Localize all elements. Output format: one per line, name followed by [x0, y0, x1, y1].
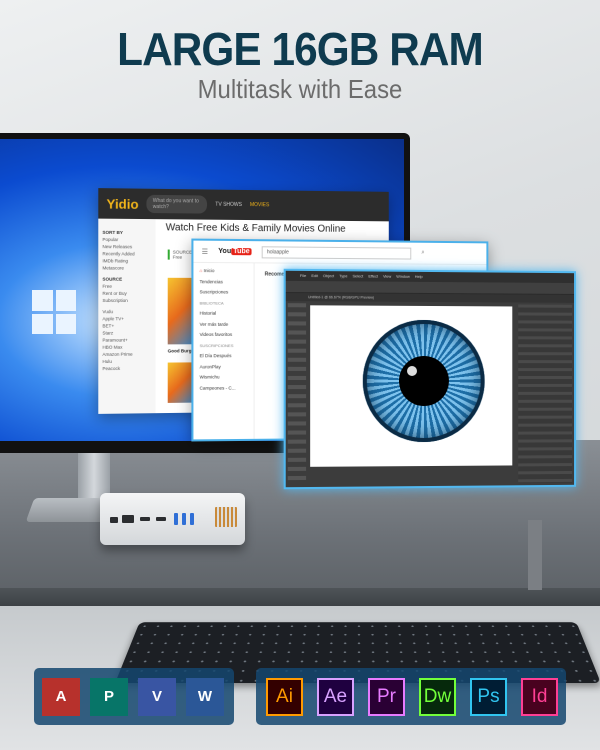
windows-logo-icon	[32, 290, 76, 334]
subscription-item[interactable]: Campeones - C...	[200, 383, 248, 394]
logo-badge: Tube	[231, 248, 252, 256]
headline: LARGE 16GB RAM	[117, 23, 484, 75]
source-item[interactable]: Free	[102, 283, 151, 290]
swatches-panel[interactable]	[518, 304, 573, 484]
photoshop-icon: Ps	[470, 677, 507, 716]
after-effects-icon: Ae	[317, 677, 354, 716]
yidio-search-input[interactable]: What do you want to watch?	[146, 194, 208, 214]
artboard[interactable]	[310, 305, 513, 467]
visio-icon: V	[138, 677, 176, 716]
menu-object[interactable]: Object	[323, 274, 334, 278]
glint	[407, 365, 418, 376]
menu-file[interactable]: File	[300, 274, 306, 278]
usb-port	[182, 513, 186, 525]
subheadline: Multitask with Ease	[197, 74, 403, 104]
youtube-sidebar: ⌂ Inicio Tendencias Suscripciones BIBLIO…	[193, 262, 255, 442]
library-header: BIBLIOTECA	[199, 299, 224, 306]
document-tab[interactable]: Untitled-1 @ 66.67% (RGB/GPU Preview)	[285, 293, 575, 303]
nav-tendencias[interactable]: Tendencias	[200, 277, 248, 288]
indesign-icon: Id	[521, 677, 558, 716]
subscription-item[interactable]: El Día Después	[200, 351, 248, 362]
publisher-icon: P	[90, 677, 128, 716]
filter-value: Free	[172, 254, 183, 260]
menu-window[interactable]: Window	[396, 275, 410, 279]
library-item[interactable]: Ver más tarde	[200, 319, 248, 330]
yidio-logo[interactable]: Yidio	[107, 196, 139, 212]
menu-effect[interactable]: Effect	[368, 274, 378, 278]
source-item[interactable]: Subscription	[102, 297, 151, 304]
yidio-heading: Watch Free Kids & Family Movies Online	[165, 222, 346, 235]
menu-select[interactable]: Select	[353, 274, 364, 278]
access-icon: A	[42, 677, 80, 716]
youtube-logo[interactable]: You Tube	[218, 247, 252, 256]
dreamweaver-icon: Dw	[419, 677, 456, 716]
yidio-header: Yidio What do you want to watch? TV SHOW…	[98, 188, 389, 222]
youtube-search-input[interactable]: holaapple	[261, 245, 412, 260]
desk-leg	[528, 520, 542, 590]
premiere-icon: Pr	[368, 677, 405, 716]
adobe-apps-bar: Ai Ae Pr Dw Ps Id	[256, 668, 566, 725]
ethernet-port	[122, 515, 134, 523]
service-item[interactable]: Vudu	[102, 308, 151, 315]
usb-port	[190, 513, 194, 525]
desk-edge	[0, 588, 600, 606]
eye-illustration	[362, 319, 485, 443]
source-header: SOURCE	[102, 276, 123, 282]
nav-suscripciones[interactable]: Suscripciones	[200, 287, 248, 298]
menu-view[interactable]: View	[383, 275, 391, 279]
nav-movies[interactable]: MOVIES	[250, 202, 269, 208]
menu-icon[interactable]: ☰	[202, 247, 208, 255]
nav-tv-shows[interactable]: TV SHOWS	[215, 202, 242, 208]
hdmi-port	[156, 517, 166, 521]
subs-header: SUSCRIPCIONES	[199, 342, 234, 348]
port	[110, 517, 118, 523]
menu-help[interactable]: Help	[415, 275, 423, 279]
hdmi-port	[140, 517, 150, 521]
nav-inicio[interactable]: ⌂ Inicio	[200, 266, 248, 277]
usb-port	[174, 513, 178, 525]
subscription-item[interactable]: Wismichu	[200, 372, 248, 383]
source-item[interactable]: Rent or Buy	[102, 290, 151, 297]
mini-pc	[100, 493, 245, 545]
illustrator-icon: Ai	[266, 677, 303, 716]
vent-grille	[215, 507, 237, 527]
subscription-item[interactable]: AuronPlay	[200, 362, 248, 373]
sort-item[interactable]: Metascore	[102, 264, 151, 271]
pupil	[398, 355, 449, 407]
library-item[interactable]: Videos favoritos	[200, 330, 248, 341]
service-item[interactable]: Peacock	[102, 365, 151, 372]
word-icon: W	[186, 677, 224, 716]
nav-label: Inicio	[203, 268, 215, 274]
microsoft-apps-bar: A P V W	[34, 668, 234, 725]
menu-edit[interactable]: Edit	[311, 274, 318, 278]
tools-panel[interactable]	[287, 303, 307, 486]
yidio-sidebar: SORT BY Popular New Releases Recently Ad…	[98, 218, 156, 414]
search-icon[interactable]: ⌕	[421, 250, 424, 257]
menu-type[interactable]: Type	[339, 274, 347, 278]
source-filter[interactable]: SOURCE Free	[167, 249, 193, 260]
library-item[interactable]: Historial	[200, 309, 248, 320]
illustrator-window[interactable]: File Edit Object Type Select Effect View…	[283, 268, 577, 490]
logo-text: You	[218, 247, 232, 256]
